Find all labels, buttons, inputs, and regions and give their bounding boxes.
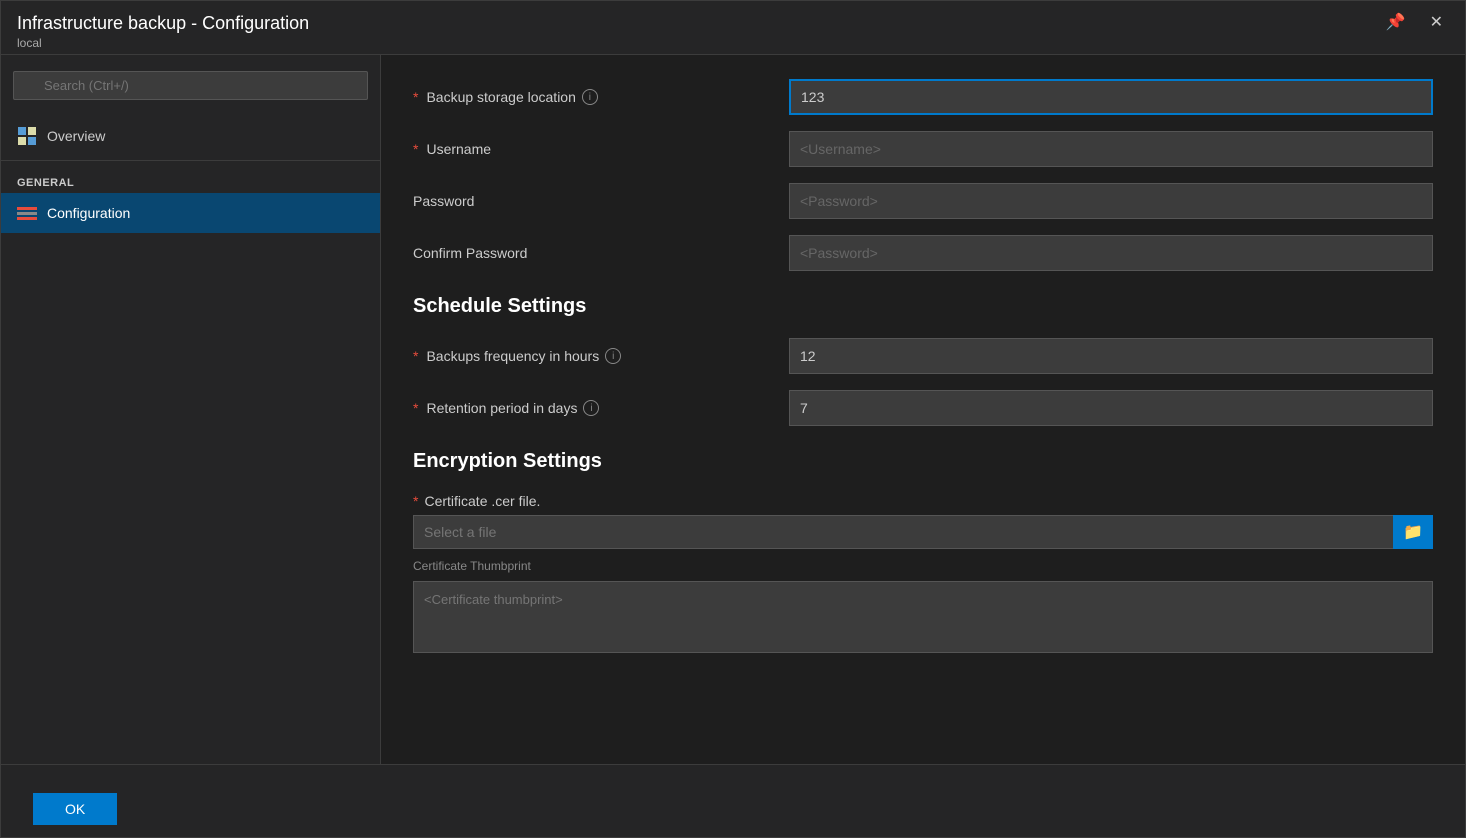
search-container: 🔍 — [1, 63, 380, 108]
retention-period-row: * Retention period in days i — [413, 390, 1433, 426]
sidebar-divider — [1, 160, 380, 161]
backups-frequency-input[interactable] — [789, 338, 1433, 374]
confirm-password-row: Confirm Password — [413, 235, 1433, 271]
file-input-row: 📁 — [413, 515, 1433, 549]
sidebar-item-overview-label: Overview — [47, 128, 105, 144]
sidebar: 🔍 Overview GENERAL — [1, 55, 381, 764]
footer-area: OK — [1, 764, 1465, 837]
sidebar-item-configuration-label: Configuration — [47, 205, 130, 221]
window-title: Infrastructure backup - Configuration — [17, 13, 309, 34]
username-input[interactable] — [789, 131, 1433, 167]
required-star-frequency: * — [413, 348, 418, 364]
close-button[interactable]: ✕ — [1424, 13, 1449, 33]
certificate-thumbprint-label: Certificate Thumbprint — [413, 559, 1433, 573]
retention-period-info-icon[interactable]: i — [583, 400, 599, 416]
title-bar-left: Infrastructure backup - Configuration lo… — [17, 13, 309, 50]
encryption-section: * Certificate .cer file. 📁 Certificate T… — [413, 493, 1433, 653]
title-bar: Infrastructure backup - Configuration lo… — [1, 1, 1465, 55]
password-label: Password — [413, 193, 773, 209]
backup-storage-row: * Backup storage location i — [413, 79, 1433, 115]
ok-button[interactable]: OK — [33, 793, 117, 825]
username-label: * Username — [413, 141, 773, 157]
content-area: 🔍 Overview GENERAL — [1, 55, 1465, 764]
folder-icon: 📁 — [1403, 522, 1423, 542]
title-bar-controls: 📌 ✕ — [1380, 13, 1449, 33]
confirm-password-label: Confirm Password — [413, 245, 773, 261]
retention-period-label: * Retention period in days i — [413, 400, 773, 416]
certificate-label: * Certificate .cer file. — [413, 493, 1433, 509]
sidebar-general-label: GENERAL — [1, 165, 380, 193]
backup-storage-label: * Backup storage location i — [413, 89, 773, 105]
retention-period-input[interactable] — [789, 390, 1433, 426]
required-star-storage: * — [413, 89, 418, 105]
username-row: * Username — [413, 131, 1433, 167]
required-star-cert: * — [413, 493, 418, 509]
required-star-retention: * — [413, 400, 418, 416]
pin-button[interactable]: 📌 — [1380, 13, 1412, 33]
backups-frequency-label: * Backups frequency in hours i — [413, 348, 773, 364]
backup-storage-input[interactable] — [789, 79, 1433, 115]
schedule-settings-heading: Schedule Settings — [413, 295, 1433, 318]
required-star-username: * — [413, 141, 418, 157]
certificate-thumbprint-textarea[interactable] — [413, 581, 1433, 653]
window-subtitle: local — [17, 36, 309, 50]
password-row: Password — [413, 183, 1433, 219]
search-input[interactable] — [13, 71, 368, 100]
file-select-input[interactable] — [413, 515, 1393, 549]
file-browse-button[interactable]: 📁 — [1393, 515, 1433, 549]
backups-frequency-row: * Backups frequency in hours i — [413, 338, 1433, 374]
backup-storage-info-icon[interactable]: i — [582, 89, 598, 105]
confirm-password-input[interactable] — [789, 235, 1433, 271]
encryption-settings-heading: Encryption Settings — [413, 450, 1433, 473]
main-window: Infrastructure backup - Configuration lo… — [0, 0, 1466, 838]
config-icon — [17, 203, 37, 223]
backups-frequency-info-icon[interactable]: i — [605, 348, 621, 364]
sidebar-item-overview[interactable]: Overview — [1, 116, 380, 156]
overview-icon — [17, 126, 37, 146]
sidebar-item-configuration[interactable]: Configuration — [1, 193, 380, 233]
main-content: * Backup storage location i * Username P… — [381, 55, 1465, 764]
password-input[interactable] — [789, 183, 1433, 219]
search-wrapper: 🔍 — [13, 71, 368, 100]
